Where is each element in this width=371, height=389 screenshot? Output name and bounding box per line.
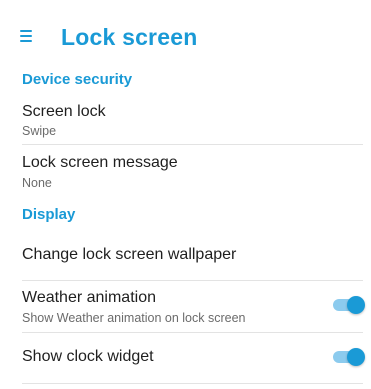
pref-summary: None [22,176,52,190]
pref-title: Screen lock [22,103,106,120]
section-header-device-security: Device security [22,71,133,88]
pref-title: Lock screen message [22,154,178,171]
pref-change-lock-screen-wallpaper[interactable]: Change lock screen wallpaper [0,230,371,280]
pref-lock-screen-message[interactable]: Lock screen message None [0,147,371,197]
divider [22,280,363,281]
pref-summary: Swipe [22,124,57,138]
divider [22,332,363,333]
pref-weather-animation[interactable]: Weather animation Show Weather animation… [0,282,371,332]
toggle-thumb [347,348,365,366]
weather-animation-toggle[interactable] [333,296,365,314]
pref-screen-lock[interactable]: Screen lock Swipe [0,96,371,144]
pref-show-clock-widget[interactable]: Show clock widget [0,334,371,380]
pref-title: Show clock widget [22,348,154,365]
pref-summary: Show Weather animation on lock screen [22,311,246,325]
pref-title: Change lock screen wallpaper [22,246,237,263]
toggle-thumb [347,296,365,314]
hamburger-menu-icon[interactable] [20,28,34,44]
divider [22,383,363,384]
app-bar: Lock screen [0,0,371,64]
show-clock-widget-toggle[interactable] [333,348,365,366]
divider [22,144,363,145]
section-header-display: Display [22,206,76,223]
pref-title: Weather animation [22,289,156,306]
page-title: Lock screen [61,24,198,50]
